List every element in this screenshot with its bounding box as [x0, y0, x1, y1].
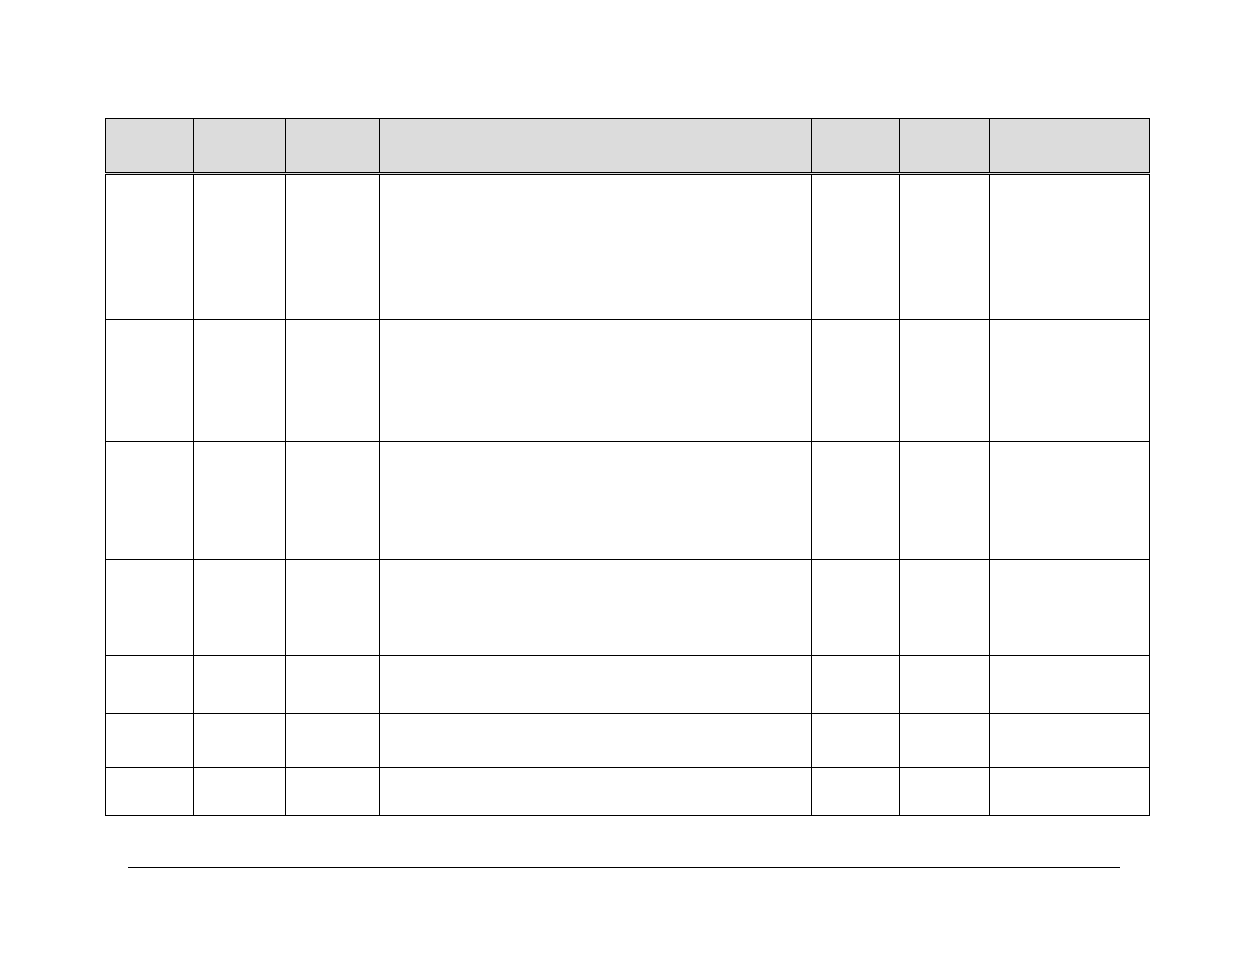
- table-cell: [194, 560, 286, 656]
- table-row: [106, 320, 1150, 442]
- table-cell: [106, 656, 194, 714]
- table-cell: [812, 174, 900, 320]
- table-cell: [106, 174, 194, 320]
- table-cell: [380, 442, 812, 560]
- table-cell: [812, 442, 900, 560]
- table-cell: [812, 768, 900, 816]
- table-cell: [900, 560, 990, 656]
- table-cell: [812, 320, 900, 442]
- table-row: [106, 442, 1150, 560]
- table-row: [106, 714, 1150, 768]
- table-cell: [990, 320, 1150, 442]
- table-row: [106, 656, 1150, 714]
- table-header-cell: [900, 119, 990, 174]
- table-cell: [194, 714, 286, 768]
- table-cell: [380, 656, 812, 714]
- table-header-cell: [194, 119, 286, 174]
- table-cell: [106, 442, 194, 560]
- table-cell: [194, 174, 286, 320]
- table-cell: [194, 656, 286, 714]
- table-row: [106, 560, 1150, 656]
- table-row: [106, 174, 1150, 320]
- table-cell: [286, 714, 380, 768]
- table-cell: [812, 714, 900, 768]
- table-cell: [194, 320, 286, 442]
- table-cell: [106, 320, 194, 442]
- table-cell: [380, 320, 812, 442]
- table-cell: [900, 714, 990, 768]
- table-cell: [990, 442, 1150, 560]
- table-cell: [990, 768, 1150, 816]
- table-cell: [286, 320, 380, 442]
- table-cell: [900, 320, 990, 442]
- table-cell: [106, 714, 194, 768]
- table-cell: [990, 656, 1150, 714]
- table-cell: [900, 768, 990, 816]
- table-cell: [286, 560, 380, 656]
- table-header-cell: [990, 119, 1150, 174]
- table-header-cell: [286, 119, 380, 174]
- table-cell: [812, 560, 900, 656]
- table-cell: [900, 174, 990, 320]
- table-cell: [900, 656, 990, 714]
- table-cell: [990, 560, 1150, 656]
- table-cell: [286, 768, 380, 816]
- table-cell: [900, 442, 990, 560]
- table-cell: [380, 174, 812, 320]
- table-cell: [106, 768, 194, 816]
- table-cell: [194, 768, 286, 816]
- table-cell: [380, 560, 812, 656]
- table-cell: [380, 714, 812, 768]
- table-cell: [106, 560, 194, 656]
- table-header-cell: [812, 119, 900, 174]
- data-table: [105, 118, 1150, 816]
- table-row: [106, 768, 1150, 816]
- table-header-row: [106, 119, 1150, 174]
- table-header-cell: [380, 119, 812, 174]
- table-cell: [286, 442, 380, 560]
- table-cell: [380, 768, 812, 816]
- table-cell: [286, 174, 380, 320]
- table-cell: [194, 442, 286, 560]
- table-cell: [990, 714, 1150, 768]
- table-header-cell: [106, 119, 194, 174]
- table-cell: [286, 656, 380, 714]
- table-cell: [812, 656, 900, 714]
- table-cell: [990, 174, 1150, 320]
- page: [0, 0, 1235, 954]
- footer-divider: [128, 867, 1120, 868]
